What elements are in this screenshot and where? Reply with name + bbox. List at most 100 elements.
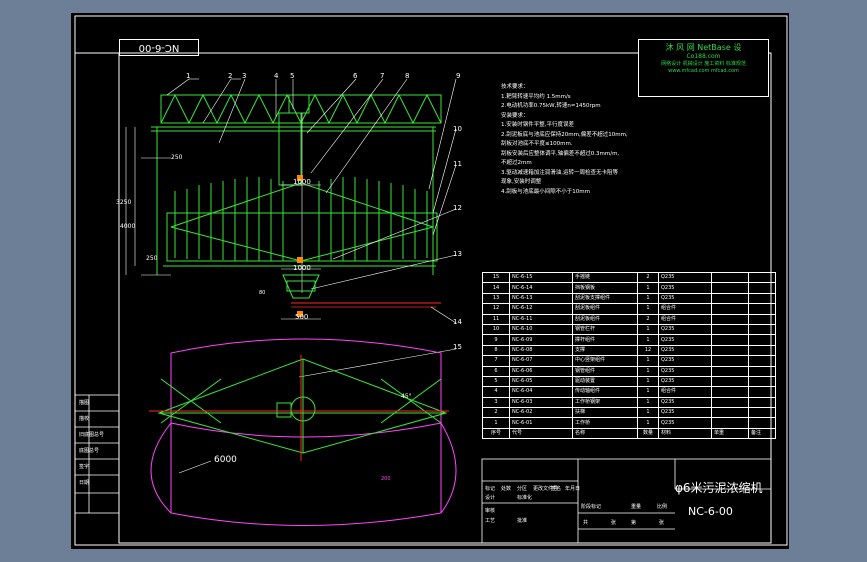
note-line: 技术要求： bbox=[501, 84, 529, 90]
tb-label-sign: 签名 bbox=[551, 486, 562, 492]
bom-header-cell: 代号 bbox=[509, 427, 573, 440]
note-line: 刮板安装后应整体调平,轴偏差不超过0.3mm/m, bbox=[501, 150, 620, 157]
bom-cell: 2 bbox=[637, 271, 659, 284]
tb-label-zone: 分区 bbox=[517, 486, 528, 492]
bom-cell: Q235 bbox=[658, 417, 712, 429]
callout-11: 11 bbox=[453, 160, 462, 168]
bom-cell: 13 bbox=[482, 292, 510, 305]
tb-label-stage: 阶段标记 bbox=[581, 504, 602, 510]
bom-cell: NC-6-05 bbox=[509, 375, 573, 388]
note-line: 2.电动机功率0.75kW,转速n=1450rpm bbox=[501, 103, 601, 109]
callout-14: 14 bbox=[453, 318, 462, 326]
bom-cell bbox=[748, 323, 776, 336]
bom-row: 10 NC-6-10 钢管栏杆 1 Q235 bbox=[482, 323, 776, 336]
callout-3: 3 bbox=[242, 72, 247, 80]
bom-cell: Q235 bbox=[658, 407, 712, 419]
bom-cell: 工作桥钢架 bbox=[572, 396, 638, 409]
bom-cell bbox=[748, 292, 776, 305]
bom-cell: 1 bbox=[637, 407, 659, 419]
watermark-box: 沐 风 网 NetBase 设 Co188.com 网络设计 机械设计 施工资料… bbox=[638, 39, 769, 97]
bom-cell: NC-6-10 bbox=[509, 323, 573, 336]
leader-lines bbox=[166, 78, 457, 378]
bom-cell: Q235 bbox=[658, 334, 712, 346]
tb-label-design: 设计 bbox=[485, 495, 496, 501]
bom-cell: 2 bbox=[482, 407, 510, 419]
bom-cell bbox=[711, 303, 749, 315]
bom-cell: 组合件 bbox=[658, 303, 712, 315]
bom-row: 14 NC-6-14 挡板钢板 1 Q235 bbox=[482, 282, 776, 294]
callout-1: 1 bbox=[186, 72, 191, 80]
bom-row: 8 NC-6-08 支撑 12 Q235 bbox=[482, 344, 776, 357]
watermark-line2: Co188.com bbox=[686, 53, 721, 60]
bom-cell: 刮泥板组件 bbox=[572, 313, 638, 325]
bom-cell bbox=[711, 323, 749, 336]
callout-5: 5 bbox=[290, 72, 295, 80]
bom-cell: Q235 bbox=[658, 396, 712, 409]
bom-cell: 12 bbox=[482, 303, 510, 315]
bom-cell: 驱动装置 bbox=[572, 375, 638, 388]
bom-cell: NC-6-07 bbox=[509, 355, 573, 367]
tb-label-total: 共 bbox=[583, 520, 589, 526]
bom-cell bbox=[711, 355, 749, 367]
bom-cell: NC-6-09 bbox=[509, 334, 573, 346]
dim-45: 45° bbox=[401, 393, 412, 400]
bom-header-row: 序号 代号 名称 数量 材料 单重 备注 bbox=[482, 427, 776, 440]
note-line: 1.耙臂转速平均约 1.5mm/s bbox=[501, 93, 571, 100]
drawing-title-number: NC-6-00 bbox=[688, 505, 733, 518]
drawing-title: φ6米污泥浓缩机 bbox=[675, 481, 763, 495]
drawing-number-box: NC-6-00 bbox=[119, 39, 199, 56]
bom-cell bbox=[711, 365, 749, 377]
callout-8: 8 bbox=[405, 72, 410, 80]
bom-cell: Q235 bbox=[658, 292, 712, 305]
drawing-sheet: NC-6-00 沐 风 网 NetBase 设 Co188.com 网络设计 机… bbox=[71, 13, 789, 549]
bom-cell: 5 bbox=[482, 375, 510, 388]
bom-cell bbox=[748, 334, 776, 346]
bom-cell: 10 bbox=[482, 323, 510, 336]
callout-6: 6 bbox=[353, 72, 358, 80]
callout-7: 7 bbox=[380, 72, 385, 80]
bom-cell: 1 bbox=[637, 292, 659, 305]
bom-row: 6 NC-6-06 钢管组件 1 Q235 bbox=[482, 365, 776, 377]
bom-cell bbox=[748, 417, 776, 429]
bom-cell: 1 bbox=[637, 334, 659, 346]
bom-cell bbox=[711, 271, 749, 284]
bom-cell: 15 bbox=[482, 271, 510, 284]
bom-cell: NC-6-04 bbox=[509, 386, 573, 398]
bom-cell: 支撑 bbox=[572, 344, 638, 357]
bill-of-materials: 15 NC-6-15 手摇链 2 Q235 14 NC-6-14 挡板钢板 1 Q235 13 NC-… bbox=[482, 271, 776, 440]
callout-2: 2 bbox=[228, 72, 233, 80]
tb-label-no: 第 bbox=[631, 520, 637, 526]
bom-cell bbox=[748, 313, 776, 325]
bom-cell: NC-6-02 bbox=[509, 407, 573, 419]
bom-cell: 12 bbox=[637, 344, 659, 357]
bom-cell: NC-6-11 bbox=[509, 313, 573, 325]
bom-cell bbox=[748, 386, 776, 398]
bom-cell: 手摇链 bbox=[572, 271, 638, 284]
bom-cell: 8 bbox=[482, 344, 510, 357]
dim-4000: 4000 bbox=[120, 223, 136, 230]
tb-label-scale: 比例 bbox=[657, 504, 668, 510]
side-label-base: 底图总号 bbox=[79, 448, 100, 454]
note-line: 1.安装时钢件平整,平行度误差 bbox=[501, 122, 574, 128]
bom-cell: Q235 bbox=[658, 355, 712, 367]
callout-13: 13 bbox=[453, 250, 462, 258]
bom-cell: 1 bbox=[637, 396, 659, 409]
watermark-line3: 网络设计 机械设计 施工资料 标准规范 bbox=[661, 61, 746, 67]
note-line: 现象,安装时调整 bbox=[501, 179, 542, 185]
bom-row: 4 NC-6-04 传动轴组件 1 组合件 bbox=[482, 386, 776, 398]
bom-cell: NC-6-13 bbox=[509, 292, 573, 305]
callout-12: 12 bbox=[453, 204, 462, 212]
bom-cell bbox=[711, 344, 749, 357]
tb-label-count: 处数 bbox=[501, 486, 512, 492]
bom-cell: NC-6-03 bbox=[509, 396, 573, 409]
bom-cell: 4 bbox=[482, 386, 510, 398]
dim-1000-top: 1000 bbox=[293, 178, 311, 186]
note-line: 安装要求： bbox=[501, 112, 529, 119]
callout-15: 15 bbox=[453, 343, 462, 351]
bom-row: 15 NC-6-15 手摇链 2 Q235 bbox=[482, 271, 776, 284]
bom-cell: Q235 bbox=[658, 344, 712, 357]
bom-cell bbox=[711, 334, 749, 346]
bom-cell: 11 bbox=[482, 313, 510, 325]
tb-label-review: 审核 bbox=[485, 508, 496, 514]
bom-cell: 2 bbox=[637, 313, 659, 325]
